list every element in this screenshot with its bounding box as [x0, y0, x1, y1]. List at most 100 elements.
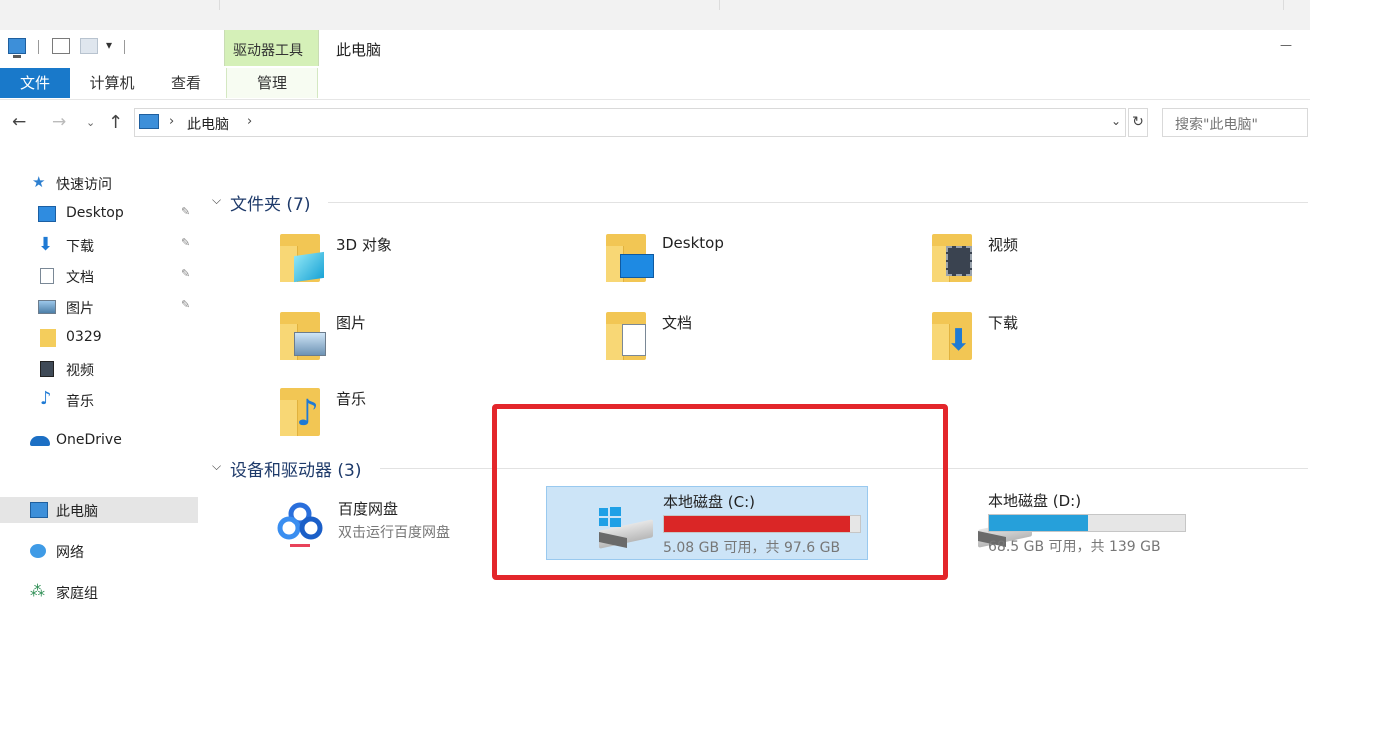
sidebar-item-onedrive[interactable]: OneDrive: [0, 428, 198, 454]
device-drive-c[interactable]: 本地磁盘 (C:) 5.08 GB 可用，共 97.6 GB: [546, 486, 868, 560]
sidebar-item-label: 图片: [66, 301, 94, 317]
tab-view[interactable]: 查看: [160, 68, 212, 98]
outer-margin: [1310, 0, 1398, 736]
folder-desktop-icon: [604, 228, 654, 284]
computer-icon: [30, 502, 48, 518]
document-icon: [622, 324, 646, 356]
file-explorer-window: ▾ 驱动器工具 此电脑 — 文件 计算机 查看 管理 ← → ⌄ ↑ › 此电脑…: [0, 30, 1310, 736]
tab-manage[interactable]: 管理: [226, 68, 318, 98]
sidebar-item-documents[interactable]: 文档 ✎: [0, 263, 198, 289]
folder-videos[interactable]: 视频: [930, 228, 1230, 296]
folder-label: 3D 对象: [336, 236, 392, 254]
windows-logo-icon: [599, 507, 621, 527]
navigation-pane: ★ 快速访问 Desktop ✎ ⬇ 下载 ✎ 文档 ✎ 图片 ✎ 0329 视…: [0, 170, 200, 736]
pin-icon: ✎: [181, 298, 191, 311]
up-arrow-icon[interactable]: ↑: [108, 112, 123, 133]
address-bar[interactable]: › 此电脑 › ⌄: [134, 108, 1126, 137]
window-title: 此电脑: [336, 41, 382, 59]
capacity-fill: [989, 515, 1089, 531]
quick-access-dropdown-icon[interactable]: ▾: [106, 38, 112, 52]
folder-3d-objects[interactable]: 3D 对象: [278, 228, 578, 296]
folder-music-icon: ♪: [278, 382, 326, 438]
sidebar-item-label: 家庭组: [56, 586, 98, 602]
sidebar-item-label: 视频: [66, 363, 94, 379]
pin-icon: ✎: [181, 267, 191, 280]
network-icon: [30, 544, 46, 558]
device-subtitle: 双击运行百度网盘: [338, 525, 450, 541]
free-space-text: 68.5 GB 可用，共 139 GB: [988, 539, 1161, 555]
sidebar-item-label: 此电脑: [56, 504, 98, 520]
sidebar-item-label: 文档: [66, 270, 94, 286]
sidebar-item-downloads[interactable]: ⬇ 下载 ✎: [0, 232, 198, 258]
sidebar-item-desktop[interactable]: Desktop ✎: [0, 201, 198, 227]
document-icon: [40, 268, 54, 284]
sidebar-item-label: 下载: [66, 239, 94, 255]
baidu-netdisk-icon: [277, 502, 323, 547]
contextual-tab-header-label: 驱动器工具: [233, 43, 303, 59]
device-label: 百度网盘: [338, 500, 399, 518]
folder-label: 视频: [988, 236, 1019, 254]
device-label: 本地磁盘 (D:): [988, 492, 1082, 510]
properties-icon[interactable]: [52, 38, 70, 54]
video-icon: [40, 361, 54, 377]
landscape-icon: [294, 332, 326, 356]
tab-stub: [1000, 0, 1284, 10]
sidebar-item-this-pc[interactable]: 此电脑: [0, 497, 198, 523]
homegroup-icon: ⁂: [30, 582, 45, 600]
folder-videos-icon: [930, 228, 978, 284]
star-icon: ★: [32, 173, 46, 191]
refresh-icon[interactable]: ↻: [1128, 108, 1148, 137]
device-baidu-netdisk[interactable]: 百度网盘 双击运行百度网盘: [272, 496, 512, 570]
folder-label: Desktop: [662, 234, 724, 252]
folder-downloads[interactable]: ⬇ 下载: [930, 306, 1230, 374]
tab-file[interactable]: 文件: [0, 68, 70, 98]
sidebar-item-network[interactable]: 网络: [0, 538, 198, 564]
breadcrumb-this-pc[interactable]: 此电脑: [187, 114, 229, 134]
folder-documents[interactable]: 文档: [604, 306, 904, 374]
sidebar-item-homegroup[interactable]: ⁂ 家庭组: [0, 579, 198, 605]
folder-desktop[interactable]: Desktop: [604, 228, 904, 296]
capacity-bar: [663, 515, 861, 533]
film-icon: [946, 246, 972, 276]
group-label: 设备和驱动器 (3): [230, 461, 362, 481]
folder-documents-icon: [604, 306, 652, 362]
address-dropdown-icon[interactable]: ⌄: [1111, 114, 1121, 128]
sidebar-item-folder-0329[interactable]: 0329: [0, 325, 198, 351]
folder-icon: [40, 329, 56, 347]
search-input[interactable]: [1162, 108, 1308, 137]
breadcrumb-separator[interactable]: ›: [169, 114, 174, 129]
sidebar-item-label: 网络: [56, 545, 84, 561]
folder-music[interactable]: ♪ 音乐: [278, 382, 578, 450]
sidebar-item-quick-access[interactable]: ★ 快速访问: [0, 170, 198, 196]
monitor-icon: [620, 254, 654, 278]
new-folder-icon[interactable]: [80, 38, 98, 54]
folder-3d-objects-icon: [278, 228, 326, 284]
sidebar-item-videos[interactable]: 视频: [0, 356, 198, 382]
content-pane: ⌵ 文件夹 (7) 3D 对象 Desktop 视频 图片 文档 ⬇ 下载 ♪ …: [208, 170, 1308, 736]
free-space-text: 5.08 GB 可用，共 97.6 GB: [663, 540, 841, 556]
capacity-fill: [664, 516, 850, 532]
folder-pictures[interactable]: 图片: [278, 306, 578, 374]
pin-icon: ✎: [181, 205, 191, 218]
pin-icon: ✎: [181, 236, 191, 249]
recent-locations-chevron-icon[interactable]: ⌄: [86, 116, 95, 129]
tab-computer[interactable]: 计算机: [80, 68, 144, 98]
devices-group-header[interactable]: ⌵ 设备和驱动器 (3): [208, 456, 1308, 481]
folders-group-header[interactable]: ⌵ 文件夹 (7): [208, 190, 1308, 215]
contextual-tab-header: 驱动器工具: [224, 30, 319, 66]
computer-icon: [8, 38, 26, 58]
chevron-down-icon[interactable]: ⌵: [212, 459, 221, 474]
sidebar-item-label: 0329: [66, 329, 102, 345]
folder-downloads-icon: ⬇: [930, 306, 978, 362]
forward-arrow-icon[interactable]: →: [52, 112, 66, 132]
minimize-icon[interactable]: —: [1280, 38, 1292, 52]
back-arrow-icon[interactable]: ←: [12, 112, 26, 132]
navigation-bar: ← → ⌄ ↑ › 此电脑 › ⌄ ↻: [0, 100, 1310, 146]
sidebar-item-label: Desktop: [66, 205, 124, 221]
chevron-down-icon[interactable]: ⌵: [212, 193, 221, 208]
sidebar-item-music[interactable]: ♪ 音乐: [0, 387, 198, 413]
breadcrumb-separator[interactable]: ›: [247, 114, 252, 129]
download-icon: ⬇: [38, 234, 54, 255]
sidebar-item-pictures[interactable]: 图片 ✎: [0, 294, 198, 320]
device-drive-d[interactable]: 本地磁盘 (D:) 68.5 GB 可用，共 139 GB: [926, 486, 1256, 560]
